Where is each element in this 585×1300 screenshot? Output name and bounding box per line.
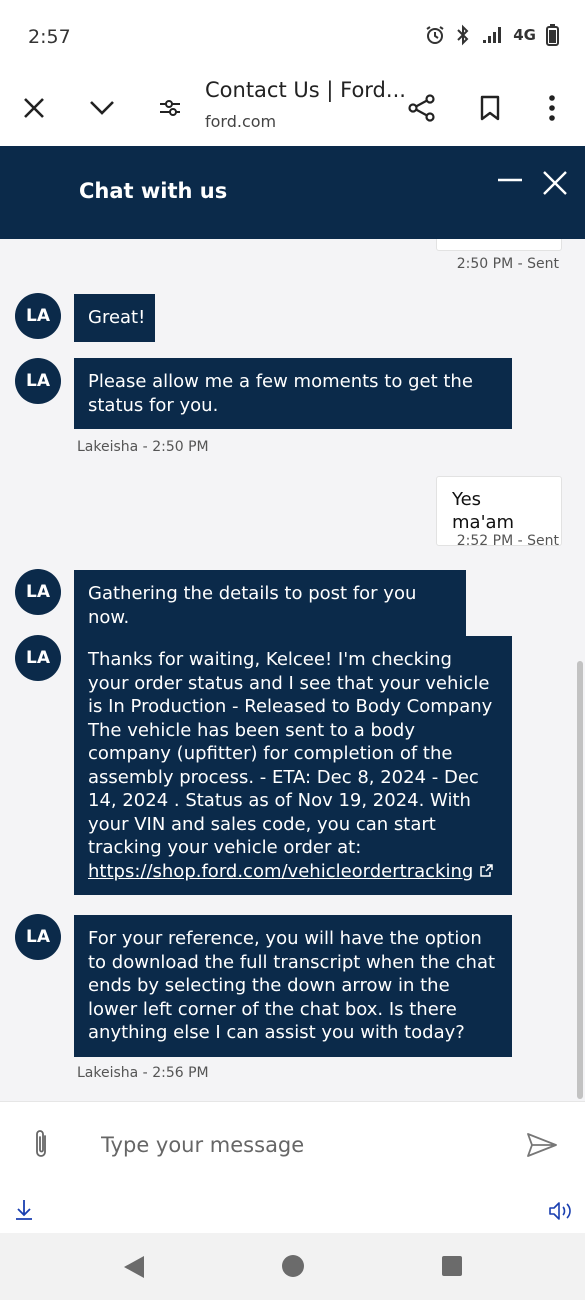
agent-message-bubble: For your reference, you will have the op… bbox=[74, 915, 512, 1057]
user-message-bubble bbox=[436, 239, 562, 251]
send-button[interactable] bbox=[526, 1132, 558, 1162]
system-nav-bar bbox=[0, 1233, 585, 1300]
tune-icon bbox=[160, 100, 180, 116]
minimize-tab-button[interactable] bbox=[82, 88, 122, 128]
page-title: Contact Us | Ford... bbox=[205, 78, 406, 102]
share-icon bbox=[408, 94, 435, 122]
paperclip-icon bbox=[36, 1130, 46, 1157]
nav-recents-button[interactable] bbox=[441, 1255, 463, 1281]
external-link-icon bbox=[480, 863, 493, 877]
chat-scrollbar[interactable] bbox=[577, 661, 583, 1099]
chat-transcript[interactable]: 2:50 PM - Sent LA Great! LA Please allow… bbox=[0, 239, 585, 1101]
sound-toggle-button[interactable] bbox=[548, 1200, 574, 1226]
chat-title: Chat with us bbox=[79, 179, 228, 203]
nav-back-button[interactable] bbox=[122, 1254, 146, 1284]
agent-message-bubble: Please allow me a few moments to get the… bbox=[74, 358, 512, 429]
message-meta: Lakeisha - 2:56 PM bbox=[77, 1065, 209, 1081]
close-icon bbox=[543, 171, 567, 195]
more-vert-icon bbox=[549, 95, 555, 121]
network-type: 4G bbox=[513, 26, 536, 44]
bluetooth-icon bbox=[457, 24, 469, 46]
signal-icon bbox=[483, 27, 502, 43]
order-tracking-link-row: https://shop.ford.com/vehicleordertracki… bbox=[88, 860, 498, 884]
share-button[interactable] bbox=[402, 88, 442, 128]
status-time: 2:57 bbox=[28, 26, 71, 48]
close-tab-button[interactable] bbox=[14, 88, 54, 128]
agent-message-bubble: Gathering the details to post for you no… bbox=[74, 570, 466, 641]
status-icons: 4G bbox=[425, 24, 559, 46]
more-options-button[interactable] bbox=[532, 88, 572, 128]
chevron-down-icon bbox=[90, 101, 114, 115]
bookmark-button[interactable] bbox=[470, 88, 510, 128]
alarm-icon bbox=[426, 26, 444, 44]
speaker-icon bbox=[549, 1202, 571, 1220]
send-icon bbox=[527, 1133, 557, 1157]
attach-button[interactable] bbox=[31, 1128, 51, 1166]
agent-avatar: LA bbox=[15, 569, 61, 615]
message-input[interactable] bbox=[99, 1132, 503, 1158]
page-domain: ford.com bbox=[205, 112, 277, 131]
close-chat-button[interactable] bbox=[542, 170, 568, 200]
agent-message-bubble: Great! bbox=[74, 294, 155, 342]
message-text: The vehicle has been sent to a body comp… bbox=[88, 719, 479, 859]
message-meta: 2:52 PM - Sent bbox=[456, 533, 559, 549]
message-meta: 2:50 PM - Sent bbox=[456, 256, 559, 272]
download-icon bbox=[16, 1200, 32, 1220]
battery-icon bbox=[546, 24, 559, 46]
status-bar: 2:57 4G bbox=[0, 0, 585, 72]
nav-home-button[interactable] bbox=[281, 1254, 305, 1282]
agent-avatar: LA bbox=[15, 293, 61, 339]
close-icon bbox=[24, 98, 44, 118]
chat-composer bbox=[0, 1101, 585, 1234]
agent-avatar: LA bbox=[15, 914, 61, 960]
message-meta: Lakeisha - 2:50 PM bbox=[77, 439, 209, 455]
minimize-chat-button[interactable] bbox=[497, 164, 523, 198]
back-triangle-icon bbox=[124, 1256, 144, 1278]
message-text: Thanks for waiting, Kelcee! I'm checking… bbox=[88, 649, 493, 717]
agent-avatar: LA bbox=[15, 358, 61, 404]
bookmark-icon bbox=[480, 95, 500, 121]
site-settings-button[interactable] bbox=[150, 88, 190, 128]
home-circle-icon bbox=[282, 1255, 304, 1277]
order-tracking-link[interactable]: https://shop.ford.com/vehicleordertracki… bbox=[88, 861, 473, 882]
minimize-icon bbox=[498, 178, 522, 182]
browser-toolbar: Contact Us | Ford... ford.com bbox=[0, 72, 585, 146]
agent-avatar: LA bbox=[15, 635, 61, 681]
recents-square-icon bbox=[442, 1256, 462, 1276]
download-transcript-button[interactable] bbox=[14, 1198, 34, 1226]
agent-message-bubble: Thanks for waiting, Kelcee! I'm checking… bbox=[74, 636, 512, 895]
